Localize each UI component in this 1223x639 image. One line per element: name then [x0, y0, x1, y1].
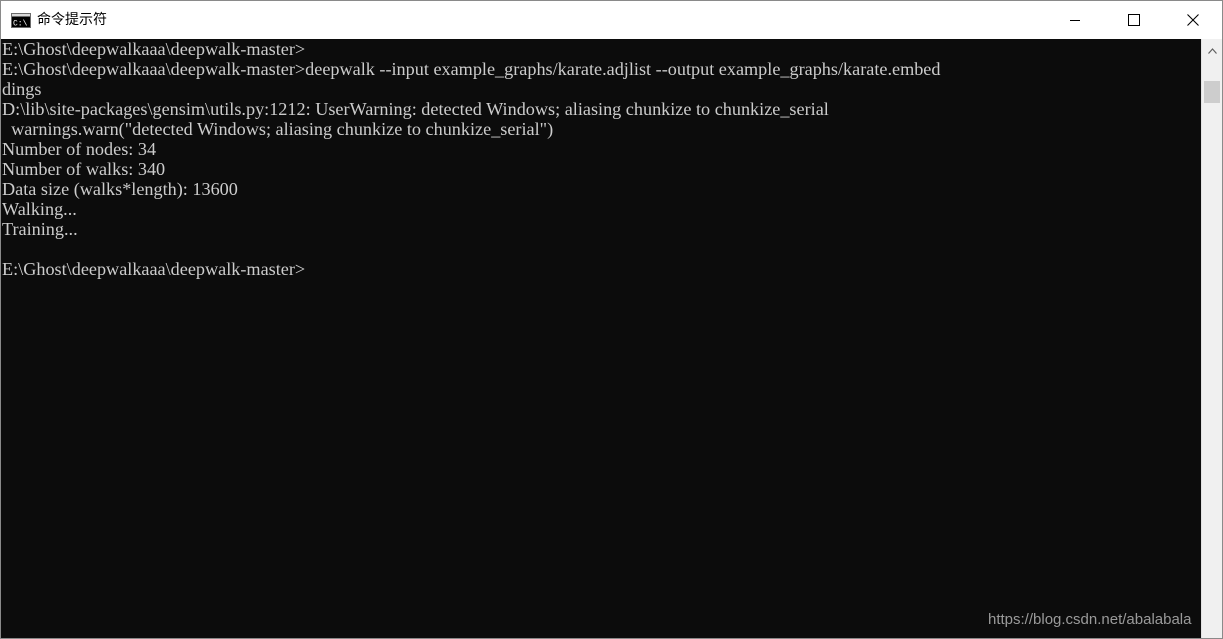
title-bar[interactable]: C:\ 命令提示符	[1, 1, 1222, 39]
console-line: E:\Ghost\deepwalkaaa\deepwalk-master>dee…	[2, 59, 941, 79]
close-button[interactable]	[1164, 1, 1222, 39]
maximize-button[interactable]	[1105, 1, 1163, 39]
svg-text:C:\: C:\	[13, 20, 28, 29]
maximize-icon	[1128, 11, 1140, 30]
console-line: Number of walks: 340	[2, 159, 166, 179]
console-output[interactable]: E:\Ghost\deepwalkaaa\deepwalk-master> E:…	[1, 39, 1200, 638]
window-title: 命令提示符	[37, 12, 107, 28]
chevron-up-icon	[1207, 39, 1217, 58]
console-line: D:\lib\site-packages\gensim\utils.py:121…	[2, 99, 829, 119]
scroll-up-button[interactable]	[1202, 39, 1222, 57]
scroll-thumb[interactable]	[1204, 81, 1220, 103]
console-line: E:\Ghost\deepwalkaaa\deepwalk-master>	[2, 39, 306, 59]
console-line: dings	[2, 79, 42, 99]
console-line: Data size (walks*length): 13600	[2, 179, 238, 199]
vertical-scrollbar[interactable]	[1201, 39, 1222, 638]
console-line: Training...	[2, 219, 78, 239]
watermark: https://blog.csdn.net/abalabala	[988, 611, 1192, 628]
close-icon	[1187, 11, 1199, 30]
minimize-button[interactable]	[1046, 1, 1104, 39]
cmd-icon: C:\	[11, 13, 31, 29]
console-line: E:\Ghost\deepwalkaaa\deepwalk-master>	[2, 259, 306, 279]
console-line: warnings.warn("detected Windows; aliasin…	[2, 119, 554, 139]
command-prompt-window: C:\ 命令提示符 E:\Ghost\deepwalkaaa\deepwalk-…	[0, 0, 1223, 639]
console-line: Walking...	[2, 199, 77, 219]
console-line: Number of nodes: 34	[2, 139, 157, 159]
minimize-icon	[1069, 11, 1081, 30]
